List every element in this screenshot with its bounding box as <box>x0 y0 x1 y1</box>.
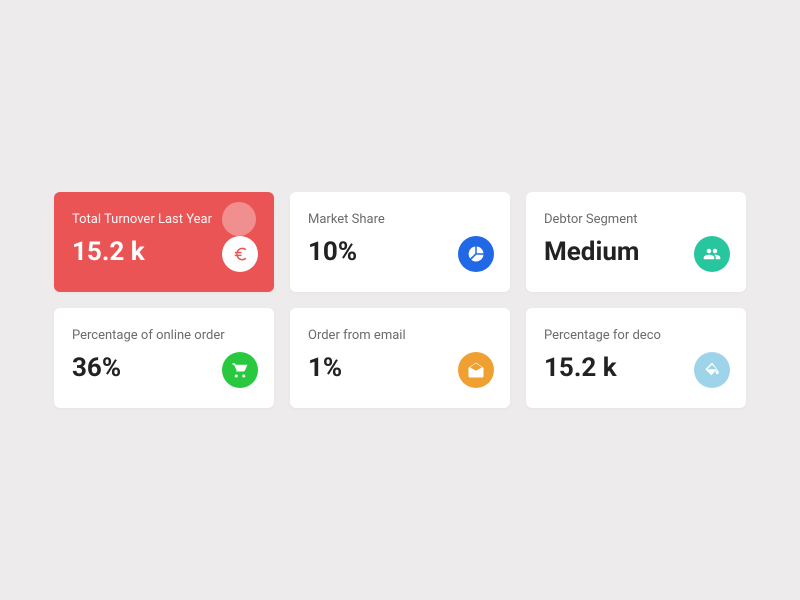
paint-bucket-icon <box>694 352 730 388</box>
card-label: Debtor Segment <box>544 212 728 227</box>
card-deco-percentage[interactable]: Percentage for deco 15.2 k <box>526 308 746 408</box>
shopping-cart-icon <box>222 352 258 388</box>
envelope-open-icon <box>458 352 494 388</box>
euro-icon <box>222 236 258 272</box>
card-label: Percentage for deco <box>544 328 728 343</box>
metrics-grid: Total Turnover Last Year 15.2 k Market S… <box>54 192 746 408</box>
card-label: Percentage of online order <box>72 328 256 343</box>
card-debtor-segment[interactable]: Debtor Segment Medium <box>526 192 746 292</box>
card-online-order[interactable]: Percentage of online order 36% <box>54 308 274 408</box>
users-icon <box>694 236 730 272</box>
card-label: Order from email <box>308 328 492 343</box>
card-label: Total Turnover Last Year <box>72 212 256 227</box>
pie-chart-icon <box>458 236 494 272</box>
card-market-share[interactable]: Market Share 10% <box>290 192 510 292</box>
card-label: Market Share <box>308 212 492 227</box>
card-total-turnover[interactable]: Total Turnover Last Year 15.2 k <box>54 192 274 292</box>
card-order-email[interactable]: Order from email 1% <box>290 308 510 408</box>
